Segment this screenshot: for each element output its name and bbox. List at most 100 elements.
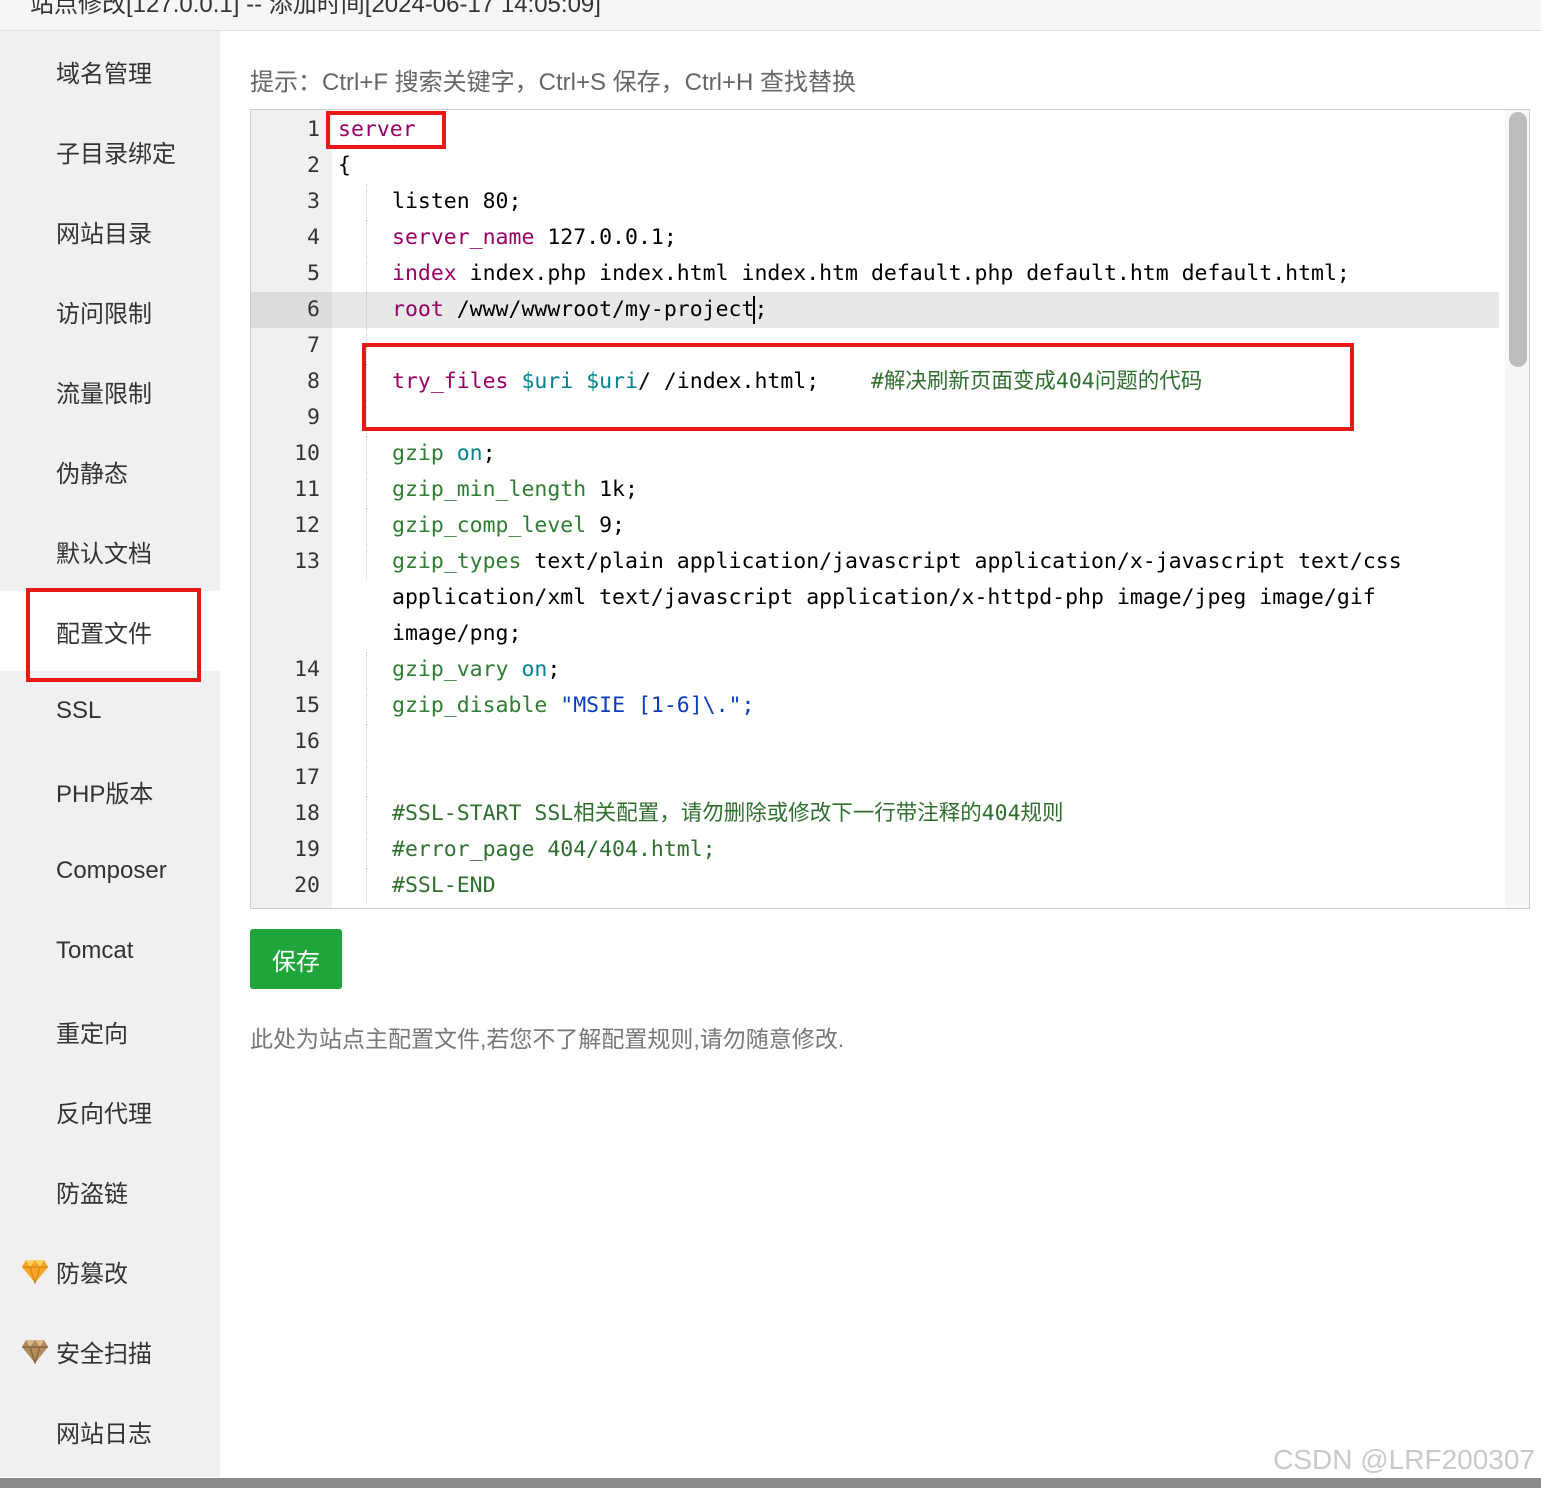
sidebar-item-label: 网站日志	[56, 1420, 152, 1448]
code-text: {	[338, 153, 351, 178]
code-line: 16	[251, 724, 1507, 760]
sidebar-item-php-version[interactable]: PHP版本	[0, 751, 220, 831]
line-number: 6	[251, 292, 332, 328]
watermark: CSDN @LRF200307	[1273, 1444, 1535, 1475]
line-number: 15	[294, 693, 320, 718]
line-number: 18	[294, 801, 320, 826]
editor-scrollbar[interactable]	[1509, 112, 1527, 367]
sidebar-item-redirect[interactable]: 重定向	[0, 991, 220, 1071]
sidebar-item-label: Composer	[56, 857, 167, 884]
sidebar-item-label: 防篡改	[56, 1260, 128, 1288]
code-line: 12 gzip_comp_level 9;	[251, 508, 1507, 544]
sidebar-item-label: 网站目录	[56, 220, 152, 248]
sidebar-item-ssl[interactable]: SSL	[0, 671, 220, 751]
code-text: index index.php index.html index.htm def…	[392, 261, 1350, 286]
code-text: gzip_min_length 1k;	[392, 477, 638, 502]
code-line: 13 gzip_types text/plain application/jav…	[251, 544, 1507, 652]
sidebar-item-site-log[interactable]: 网站日志	[0, 1391, 220, 1471]
sidebar-item-label: 防盗链	[56, 1180, 128, 1208]
code-line: 15 gzip_disable "MSIE [1-6]\.";	[251, 688, 1507, 724]
code-text: #SSL-END	[392, 873, 496, 898]
code-text: #error_page 404/404.html;	[392, 837, 716, 862]
sidebar-item-rewrite[interactable]: 伪静态	[0, 431, 220, 511]
save-button[interactable]: 保存	[250, 929, 342, 989]
line-number: 17	[294, 765, 320, 790]
sidebar-item-label: 默认文档	[56, 540, 152, 568]
bottom-bar	[0, 1478, 1541, 1488]
code-line: 17	[251, 760, 1507, 796]
line-number: 16	[294, 729, 320, 754]
sidebar-item-default-doc[interactable]: 默认文档	[0, 511, 220, 591]
code-line: 2 {	[251, 148, 1507, 184]
code-line: 18 #SSL-START SSL相关配置，请勿删除或修改下一行带注释的404规…	[251, 796, 1507, 832]
code-line: 1 server	[251, 112, 1507, 148]
line-number: 20	[294, 873, 320, 898]
code-text: listen 80;	[392, 189, 522, 214]
code-line: 4 server_name 127.0.0.1;	[251, 220, 1507, 256]
code-text: root /www/wwwroot/my-project;	[392, 296, 768, 324]
code-line-active: 6 root /www/wwwroot/my-project;	[251, 292, 1507, 328]
line-number: 4	[307, 225, 320, 250]
sidebar-item-tomcat[interactable]: Tomcat	[0, 911, 220, 991]
sidebar-item-label: 重定向	[56, 1020, 128, 1048]
code-text: gzip_disable "MSIE [1-6]\.";	[392, 693, 755, 718]
code-line: 7	[251, 328, 1507, 364]
code-text: gzip on;	[392, 441, 496, 466]
sidebar-item-label: 域名管理	[56, 60, 152, 88]
line-number: 1	[307, 117, 320, 142]
sidebar-item-hotlink[interactable]: 防盗链	[0, 1151, 220, 1231]
sidebar-item-access-limit[interactable]: 访问限制	[0, 271, 220, 351]
gem-icon-bronze	[22, 1340, 48, 1364]
code-line: 19 #error_page 404/404.html;	[251, 832, 1507, 868]
sidebar-item-label: 配置文件	[56, 620, 152, 648]
code-text: server_name 127.0.0.1;	[392, 225, 677, 250]
sidebar: 域名管理 子目录绑定 网站目录 访问限制 流量限制 伪静态 默认文档 配置文件 …	[0, 31, 220, 1477]
line-number: 10	[294, 441, 320, 466]
sidebar-item-label: 安全扫描	[56, 1340, 152, 1368]
line-number: 2	[307, 153, 320, 178]
window-title: 站点修改[127.0.0.1] -- 添加时间[2024-06-17 14:05…	[30, 0, 601, 18]
code-line: 11 gzip_min_length 1k;	[251, 472, 1507, 508]
line-number: 19	[294, 837, 320, 862]
code-text: server	[338, 117, 416, 142]
sidebar-item-config-file[interactable]: 配置文件	[0, 591, 220, 671]
sidebar-item-label: 伪静态	[56, 460, 128, 488]
code-line: 20 #SSL-END	[251, 868, 1507, 904]
line-number: 7	[307, 333, 320, 358]
code-lines: 1 server 2 { 3 listen 80; 4 server_name …	[251, 112, 1507, 904]
sidebar-item-reverse-proxy[interactable]: 反向代理	[0, 1071, 220, 1151]
sidebar-item-label: 反向代理	[56, 1100, 152, 1128]
code-text: gzip_comp_level 9;	[392, 513, 626, 538]
sidebar-item-composer[interactable]: Composer	[0, 831, 220, 911]
sidebar-item-label: Tomcat	[56, 937, 134, 964]
sidebar-item-site-directory[interactable]: 网站目录	[0, 191, 220, 271]
line-number: 14	[294, 657, 320, 682]
line-number: 3	[307, 189, 320, 214]
code-line: 5 index index.php index.html index.htm d…	[251, 256, 1507, 292]
line-number: 11	[294, 477, 320, 502]
line-number: 9	[307, 405, 320, 430]
sidebar-item-label: 流量限制	[56, 380, 152, 408]
window-title-bar: 站点修改[127.0.0.1] -- 添加时间[2024-06-17 14:05…	[0, 0, 1541, 31]
config-warning-note: 此处为站点主配置文件,若您不了解配置规则,请勿随意修改.	[250, 1026, 845, 1052]
editor-tip: 提示：Ctrl+F 搜索关键字，Ctrl+S 保存，Ctrl+H 查找替换	[250, 69, 857, 96]
line-number: 5	[307, 261, 320, 286]
sidebar-item-security-scan[interactable]: 安全扫描	[0, 1311, 220, 1391]
sidebar-item-label: PHP版本	[56, 780, 154, 808]
sidebar-item-subdirectory[interactable]: 子目录绑定	[0, 111, 220, 191]
code-text: gzip_vary on;	[392, 657, 561, 682]
sidebar-item-domain[interactable]: 域名管理	[0, 31, 220, 111]
line-number: 8	[307, 369, 320, 394]
sidebar-item-label: SSL	[56, 697, 102, 724]
line-number: 13	[294, 549, 320, 574]
code-text: try_files $uri $uri/ /index.html; #解决刷新页…	[392, 369, 1203, 394]
code-line: 8 try_files $uri $uri/ /index.html; #解决刷…	[251, 364, 1507, 400]
sidebar-item-traffic-limit[interactable]: 流量限制	[0, 351, 220, 431]
code-line: 3 listen 80;	[251, 184, 1507, 220]
sidebar-item-tamper-proof[interactable]: 防篡改	[0, 1231, 220, 1311]
code-text: #SSL-START SSL相关配置，请勿删除或修改下一行带注释的404规则	[392, 801, 1064, 826]
line-number: 12	[294, 513, 320, 538]
sidebar-item-label: 访问限制	[56, 300, 152, 328]
code-line: 14 gzip_vary on;	[251, 652, 1507, 688]
code-editor[interactable]: 1 server 2 { 3 listen 80; 4 server_name …	[250, 109, 1530, 909]
